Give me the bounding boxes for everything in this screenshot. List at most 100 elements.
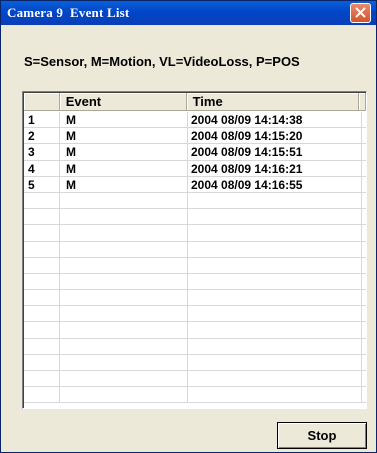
row-time	[188, 290, 362, 307]
row-number	[24, 225, 60, 242]
row-time	[188, 306, 362, 323]
row-filler	[362, 387, 366, 404]
row-number	[24, 371, 60, 388]
row-time	[188, 273, 362, 291]
event-list-window: Camera 9 Event List S=Sensor, M=Motion, …	[0, 0, 377, 453]
row-time: 2004 08/09 14:16:55	[188, 176, 362, 193]
title-bar[interactable]: Camera 9 Event List	[1, 1, 376, 25]
column-header-filler	[359, 93, 366, 111]
row-time	[188, 257, 362, 274]
row-event	[60, 225, 188, 242]
row-time	[188, 322, 362, 339]
row-time	[188, 354, 362, 371]
row-filler	[362, 306, 366, 323]
column-header-event[interactable]: Event	[59, 93, 187, 111]
row-number	[24, 273, 60, 291]
row-number	[24, 257, 60, 274]
row-filler	[362, 225, 366, 242]
row-event	[60, 387, 188, 404]
empty-row	[24, 273, 366, 291]
list-header: Event Time	[24, 93, 366, 111]
row-event	[60, 306, 188, 323]
row-event	[60, 192, 188, 210]
table-row[interactable]: 2 M 2004 08/09 14:15:20	[24, 128, 366, 145]
empty-row	[24, 338, 366, 355]
table-row[interactable]: 4 M 2004 08/09 14:16:21	[24, 160, 366, 177]
row-time	[188, 209, 362, 226]
row-event: M	[60, 112, 188, 129]
row-number: 4	[24, 160, 60, 177]
empty-row	[24, 192, 366, 210]
table-row[interactable]: 3 M 2004 08/09 14:15:51	[24, 144, 366, 161]
empty-row	[24, 354, 366, 371]
table-row[interactable]: 1 M 2004 08/09 14:14:38	[24, 112, 366, 129]
row-number	[24, 354, 60, 371]
row-filler	[362, 112, 366, 129]
empty-row	[24, 371, 366, 388]
row-event	[60, 209, 188, 226]
empty-row	[24, 225, 366, 242]
row-number: 3	[24, 144, 60, 161]
stop-button[interactable]: Stop	[277, 422, 367, 449]
list-rows: 1 M 2004 08/09 14:14:38 2 M 2004 08/09 14:15:…	[24, 112, 366, 404]
row-event: M	[60, 176, 188, 193]
row-number	[24, 241, 60, 258]
window-title: Camera 9 Event List	[7, 5, 130, 20]
empty-row	[24, 290, 366, 307]
empty-row	[24, 241, 366, 258]
table-row[interactable]: 5 M 2004 08/09 14:16:55	[24, 176, 366, 193]
row-filler	[362, 355, 366, 371]
row-event	[60, 338, 188, 355]
empty-row	[24, 257, 366, 274]
row-filler	[362, 274, 366, 291]
row-event	[60, 241, 188, 258]
column-header-number[interactable]	[24, 93, 60, 111]
row-time	[188, 387, 362, 404]
row-number: 1	[24, 112, 60, 129]
row-number	[24, 192, 60, 210]
row-number	[24, 290, 60, 307]
row-filler	[362, 193, 366, 210]
row-event: M	[60, 160, 188, 177]
row-filler	[362, 144, 366, 161]
row-time: 2004 08/09 14:15:51	[188, 144, 362, 161]
row-filler	[362, 322, 366, 339]
row-time	[188, 225, 362, 242]
row-time	[188, 338, 362, 355]
row-filler	[362, 209, 366, 226]
row-filler	[362, 242, 366, 258]
event-list[interactable]: Event Time 1 M 2004 08/09 14:14:38 2 M 2004 0…	[22, 91, 367, 409]
row-event	[60, 371, 188, 388]
row-number	[24, 387, 60, 404]
row-time: 2004 08/09 14:14:38	[188, 112, 362, 129]
row-time	[188, 371, 362, 388]
row-time: 2004 08/09 14:15:20	[188, 128, 362, 145]
close-icon	[355, 7, 366, 18]
row-event: M	[60, 144, 188, 161]
row-event	[60, 290, 188, 307]
row-filler	[362, 290, 366, 307]
empty-row	[24, 209, 366, 226]
row-event	[60, 354, 188, 371]
row-number	[24, 209, 60, 226]
row-event	[60, 257, 188, 274]
row-number: 5	[24, 176, 60, 193]
row-filler	[362, 177, 366, 193]
row-filler	[362, 258, 366, 274]
row-event: M	[60, 128, 188, 145]
event-type-legend: S=Sensor, M=Motion, VL=VideoLoss, P=POS	[24, 54, 300, 69]
row-filler	[362, 371, 366, 388]
empty-row	[24, 322, 366, 339]
row-filler	[362, 128, 366, 145]
row-number	[24, 322, 60, 339]
empty-row	[24, 306, 366, 323]
column-header-time[interactable]: Time	[186, 93, 359, 111]
close-button[interactable]	[350, 3, 371, 23]
row-event	[60, 322, 188, 339]
row-filler	[362, 161, 366, 177]
row-time: 2004 08/09 14:16:21	[188, 160, 362, 177]
row-time	[188, 241, 362, 258]
row-number: 2	[24, 128, 60, 145]
row-number	[24, 338, 60, 355]
row-number	[24, 306, 60, 323]
